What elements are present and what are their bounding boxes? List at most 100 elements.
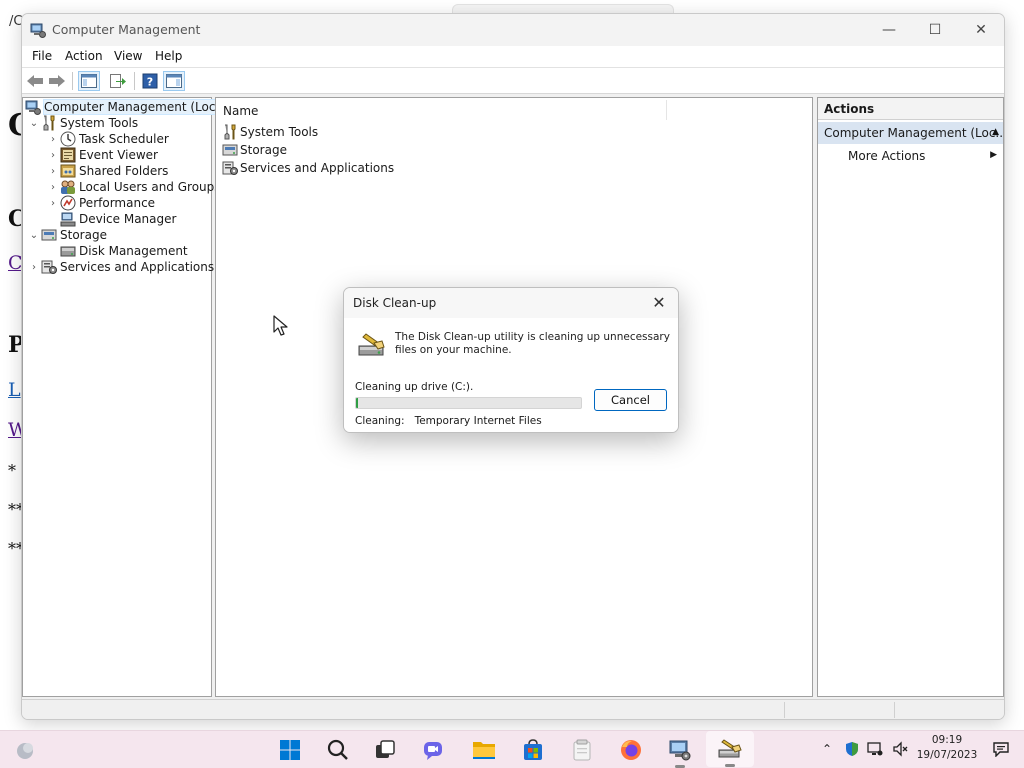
task-view-button[interactable] (370, 735, 400, 765)
users-icon (61, 180, 75, 194)
dialog-message: The Disk Clean-up utility is cleaning up… (395, 331, 670, 356)
cleaning-item: Temporary Internet Files (414, 415, 542, 427)
computer-management-taskbar-button[interactable] (665, 735, 695, 768)
tree-item-label: Shared Folders (79, 164, 169, 178)
chevron-right-icon[interactable]: › (46, 163, 60, 179)
taskbar-clock[interactable]: 09:19 19/07/2023 (910, 733, 984, 763)
minimize-button[interactable]: — (866, 14, 912, 46)
tree-item-label: Performance (79, 196, 156, 210)
list-item-label: Services and Applications (240, 161, 395, 175)
computer-management-icon (669, 740, 691, 761)
collapse-up-icon[interactable]: ▲ (992, 127, 999, 137)
dialog-title: Disk Clean-up (353, 296, 437, 310)
services-icon (41, 260, 57, 274)
network-icon (867, 742, 883, 756)
tree-item-task-scheduler[interactable]: › Task Scheduler (46, 131, 169, 147)
menu-action[interactable]: Action (65, 49, 103, 63)
forward-button[interactable] (46, 71, 68, 91)
tree-item-shared-folders[interactable]: › Shared Folders (46, 163, 168, 179)
shared-folder-icon (60, 164, 76, 178)
more-actions-item[interactable]: More Actions (848, 149, 925, 163)
chevron-down-icon[interactable]: ⌄ (27, 227, 41, 243)
submenu-arrow-icon[interactable]: ▶ (990, 150, 997, 160)
back-button[interactable] (24, 71, 46, 91)
file-explorer-button[interactable] (469, 735, 499, 765)
no-expander (46, 211, 60, 227)
firefox-button[interactable] (616, 735, 646, 765)
cancel-button[interactable]: Cancel (594, 389, 667, 411)
menu-bar: File Action View Help (22, 46, 1004, 68)
help-icon: ? (142, 73, 158, 89)
toolbar: ? (22, 68, 1004, 94)
chevron-up-icon: ⌃ (821, 742, 833, 756)
help-button[interactable]: ? (139, 71, 161, 91)
status-bar-divider (784, 702, 785, 718)
tree-item-label: Device Manager (79, 212, 177, 226)
tree-item-services-and-applications[interactable]: › Services and Applications (27, 259, 214, 275)
security-tray-button[interactable] (843, 740, 861, 758)
show-hide-console-tree-button[interactable] (78, 71, 100, 91)
maximize-button[interactable]: ☐ (912, 14, 958, 46)
window-title: Computer Management (52, 22, 201, 37)
chat-button[interactable] (418, 735, 448, 765)
menu-file[interactable]: File (32, 49, 52, 63)
show-hide-action-pane-button[interactable] (163, 71, 185, 91)
background-link-fragment[interactable]: L (8, 379, 21, 401)
disk-cleanup-taskbar-button[interactable] (715, 734, 745, 767)
menu-view[interactable]: View (114, 49, 142, 63)
storage-icon (222, 144, 238, 156)
column-name-header[interactable]: Name (223, 104, 258, 118)
tree-item-label: Event Viewer (79, 148, 158, 162)
task-view-icon (376, 740, 395, 758)
computer-management-icon (25, 100, 41, 115)
list-item[interactable]: Storage (222, 141, 287, 159)
taskbar-search-button[interactable] (323, 735, 353, 765)
store-icon (524, 739, 542, 760)
mouse-cursor-icon (273, 315, 288, 336)
list-item[interactable]: Services and Applications (222, 159, 394, 177)
show-hidden-icons-button[interactable]: ⌃ (818, 740, 836, 758)
network-tray-button[interactable] (866, 740, 884, 758)
widgets-button[interactable] (10, 735, 40, 765)
cleaning-status: Cleaning: Temporary Internet Files (355, 415, 542, 427)
actions-pane: Actions Computer Management (Loc... ▲ Mo… (817, 97, 1004, 697)
tree-item-system-tools[interactable]: ⌄ System Tools (27, 115, 138, 131)
column-header[interactable]: Name (216, 98, 812, 122)
chevron-right-icon[interactable]: › (46, 179, 60, 195)
chevron-down-icon[interactable]: ⌄ (27, 115, 41, 131)
disk-cleanup-icon (358, 333, 385, 356)
chat-icon (424, 742, 442, 760)
list-item[interactable]: System Tools (222, 123, 318, 141)
disk-cleanup-icon (718, 739, 742, 758)
chevron-right-icon[interactable]: › (46, 147, 60, 163)
tree-item-disk-management[interactable]: Disk Management (46, 243, 188, 259)
clock-icon (60, 131, 76, 147)
tree-item-storage[interactable]: ⌄ Storage (27, 227, 107, 243)
menu-help[interactable]: Help (155, 49, 182, 63)
dialog-close-button[interactable]: ✕ (648, 293, 670, 313)
start-button[interactable] (275, 735, 305, 765)
store-button[interactable] (518, 735, 548, 765)
dialog-title-bar[interactable]: Disk Clean-up ✕ (344, 288, 678, 318)
no-expander (46, 243, 60, 259)
notepad-button[interactable] (567, 735, 597, 765)
chevron-right-icon[interactable]: › (46, 195, 60, 211)
actions-section-header[interactable]: Computer Management (Loc... ▲ (818, 122, 1003, 144)
close-window-button[interactable]: ✕ (958, 14, 1004, 46)
tree-item-device-manager[interactable]: Device Manager (46, 211, 176, 227)
tree-item-performance[interactable]: › Performance (46, 195, 155, 211)
column-divider[interactable] (666, 100, 667, 120)
tree-item-label: Local Users and Groups (79, 180, 221, 194)
volume-tray-button[interactable] (891, 740, 909, 758)
chevron-right-icon[interactable]: › (46, 131, 60, 147)
tree-item-root[interactable]: Computer Management (Local) (25, 99, 232, 115)
notepad-icon (573, 739, 591, 761)
chevron-right-icon[interactable]: › (27, 259, 41, 275)
notifications-button[interactable] (992, 740, 1010, 758)
tree-item-local-users-and-groups[interactable]: › Local Users and Groups (46, 179, 221, 195)
export-list-button[interactable] (107, 71, 129, 91)
tree-item-event-viewer[interactable]: › Event Viewer (46, 147, 158, 163)
title-bar[interactable]: Computer Management — ☐ ✕ (22, 14, 1004, 46)
tree-item-label: Task Scheduler (79, 132, 169, 146)
volume-muted-icon (893, 741, 908, 757)
